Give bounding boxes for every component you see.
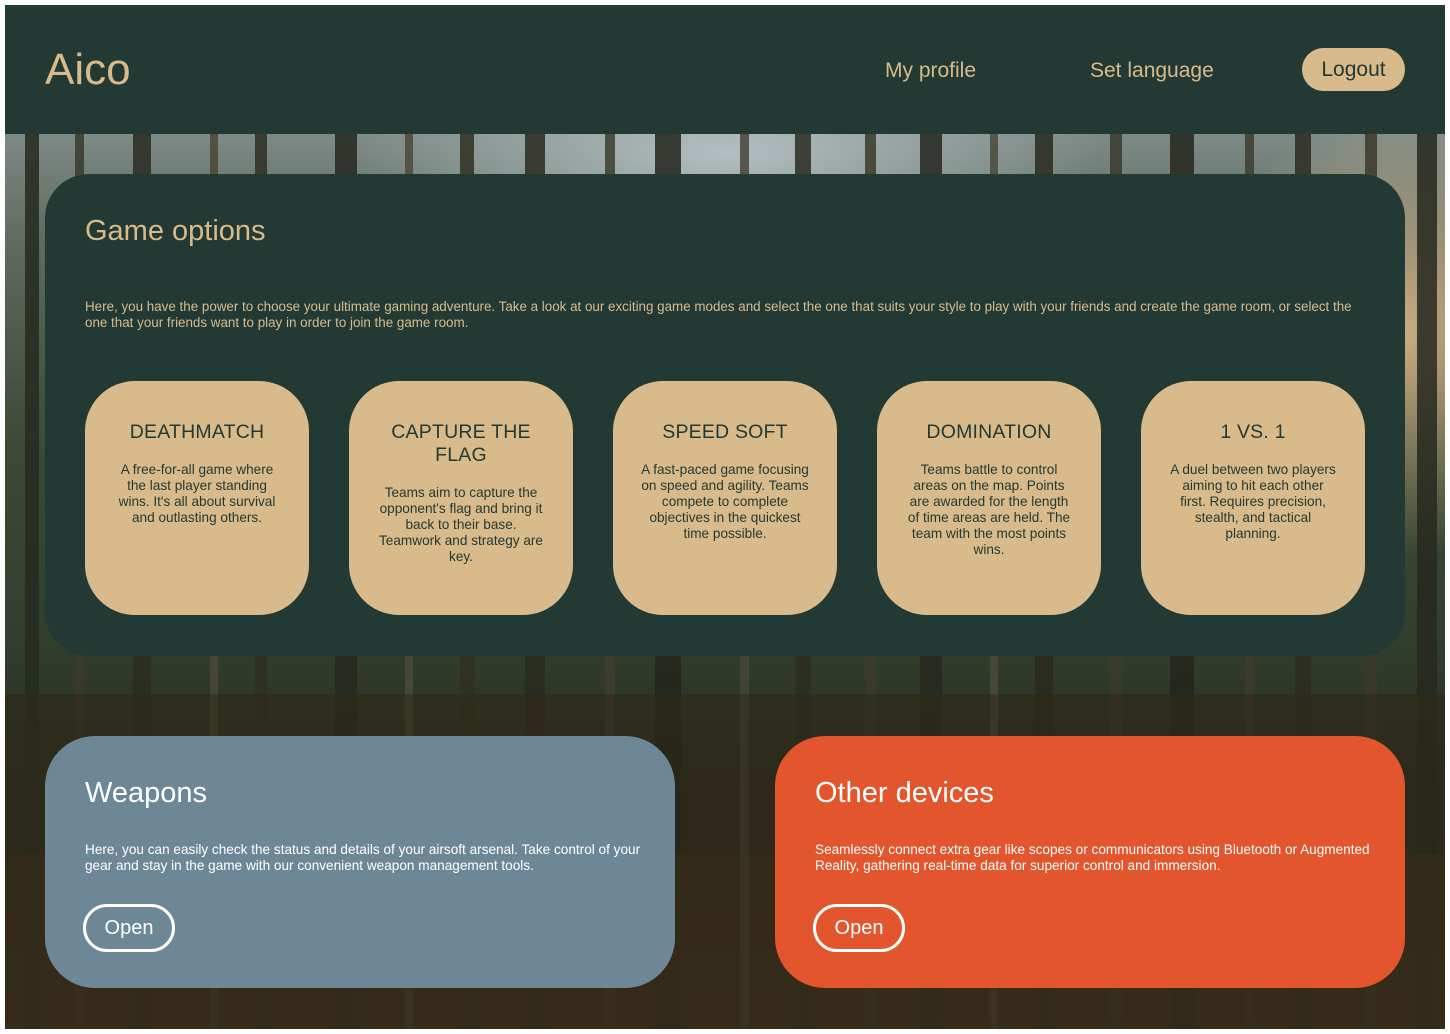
other-devices-card: Other devices Seamlessly connect extra g… <box>775 736 1405 988</box>
other-devices-title: Other devices <box>815 777 994 809</box>
game-options-title: Game options <box>85 215 266 247</box>
mode-title: DEATHMATCH <box>129 421 265 443</box>
app-frame: Aico My profile Set language Logout Game… <box>5 5 1445 1029</box>
game-options-panel: Game options Here, you have the power to… <box>45 174 1405 656</box>
top-navigation-bar: Aico My profile Set language Logout <box>5 5 1445 134</box>
mode-card-speed-soft[interactable]: SPEED SOFT A fast-paced game focusing on… <box>613 381 837 615</box>
logout-button[interactable]: Logout <box>1302 48 1405 91</box>
mode-card-domination[interactable]: DOMINATION Teams battle to control areas… <box>877 381 1101 615</box>
mode-card-capture-the-flag[interactable]: CAPTURE THE FLAG Teams aim to capture th… <box>349 381 573 615</box>
mode-title: DOMINATION <box>926 421 1052 443</box>
mode-title: SPEED SOFT <box>662 421 788 443</box>
mode-description: Teams aim to capture the opponent's flag… <box>379 485 543 564</box>
game-options-description: Here, you have the power to choose your … <box>85 299 1352 330</box>
mode-description: A fast-paced game focusing on speed and … <box>641 462 809 541</box>
other-devices-open-button[interactable]: Open <box>813 904 905 952</box>
weapons-title: Weapons <box>85 777 207 809</box>
app-logo[interactable]: Aico <box>45 43 131 97</box>
mode-description: Teams battle to control areas on the map… <box>907 462 1071 557</box>
mode-title: CAPTURE THE FLAG <box>391 421 531 466</box>
weapons-description: Here, you can easily check the status an… <box>85 842 641 873</box>
mode-description: A free-for-all game where the last playe… <box>118 462 276 525</box>
mode-card-deathmatch[interactable]: DEATHMATCH A free-for-all game where the… <box>85 381 309 615</box>
set-language-link[interactable]: Set language <box>1090 57 1214 85</box>
other-devices-description: Seamlessly connect extra gear like scope… <box>815 842 1370 873</box>
my-profile-link[interactable]: My profile <box>885 57 976 85</box>
mode-card-1-vs-1[interactable]: 1 VS. 1 A duel between two players aimin… <box>1141 381 1365 615</box>
mode-title: 1 VS. 1 <box>1220 421 1286 443</box>
weapons-open-button[interactable]: Open <box>83 904 175 952</box>
weapons-card: Weapons Here, you can easily check the s… <box>45 736 675 988</box>
mode-description: A duel between two players aiming to hit… <box>1170 462 1336 541</box>
